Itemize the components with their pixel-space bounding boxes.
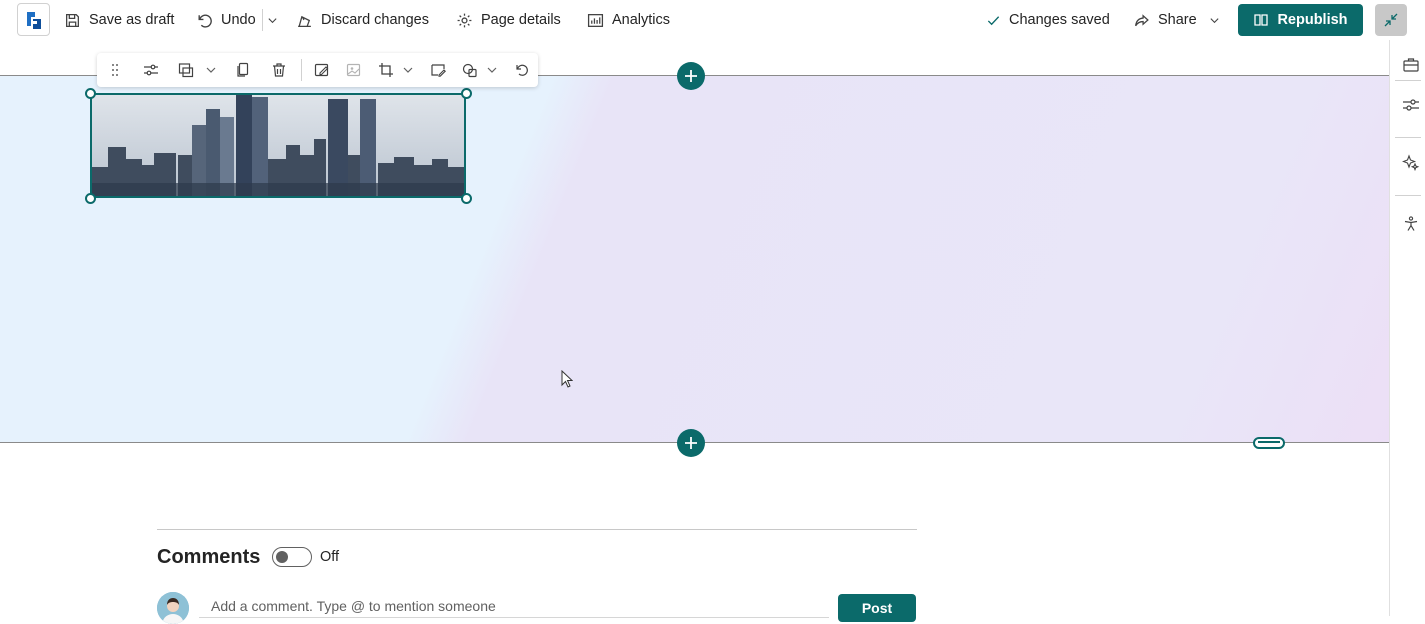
collapse-button[interactable] <box>1375 4 1407 36</box>
copy-graphic <box>237 62 249 77</box>
discard-icon <box>298 15 311 27</box>
undo-button[interactable]: Undo <box>196 9 256 31</box>
avatar-graphic <box>157 592 189 624</box>
sparkle-graphic <box>1401 154 1420 172</box>
sharepoint-logo[interactable] <box>17 3 50 36</box>
resize-handle-bottom-right[interactable] <box>461 193 472 204</box>
rail-separator <box>1395 195 1421 196</box>
image-editing-toolbar <box>97 53 538 87</box>
toolbox-graphic <box>1403 58 1419 72</box>
save-status-label: Changes saved <box>1009 12 1110 28</box>
mouse-cursor-icon <box>561 370 573 388</box>
republish-button[interactable]: Republish <box>1238 4 1363 36</box>
save-status: Changes saved <box>986 9 1110 31</box>
toolbar-separator <box>301 59 302 81</box>
discard-changes-label: Discard changes <box>321 12 429 28</box>
comments-divider <box>157 529 917 530</box>
comment-input[interactable] <box>199 594 829 618</box>
settings-sliders-icon[interactable] <box>142 61 160 79</box>
crop-icon[interactable] <box>377 61 395 79</box>
page-details-button[interactable]: Page details <box>456 9 561 31</box>
trash-graphic <box>273 63 285 77</box>
chevron-down-icon[interactable] <box>402 63 414 75</box>
chevron-down-icon[interactable] <box>205 63 217 75</box>
alt-text-graphic <box>431 64 446 77</box>
resize-handle-top-left[interactable] <box>85 88 96 99</box>
save-as-draft-button[interactable]: Save as draft <box>64 9 174 31</box>
chevron-down-icon <box>1210 17 1219 23</box>
image-style-graphic <box>178 63 194 78</box>
share-button[interactable]: Share <box>1133 9 1220 31</box>
plus-icon <box>685 70 697 82</box>
chevron-graphic <box>487 67 497 73</box>
edit-image-graphic <box>314 63 329 77</box>
edit-image-icon[interactable] <box>313 61 331 79</box>
collapse-arrows-icon <box>1384 13 1398 27</box>
undo-dropdown-button[interactable] <box>267 9 278 31</box>
page-details-label: Page details <box>481 12 561 28</box>
gear-icon <box>457 13 472 27</box>
save-as-draft-label: Save as draft <box>89 12 175 28</box>
avatar <box>157 592 189 624</box>
shapes-icon[interactable] <box>461 61 479 79</box>
reset-icon[interactable] <box>513 61 531 79</box>
reset-graphic <box>516 64 528 76</box>
book-icon <box>1254 14 1269 26</box>
comments-title: Comments <box>157 546 261 568</box>
shapes-graphic <box>462 63 477 78</box>
chevron-down-icon[interactable] <box>486 63 498 75</box>
delete-icon[interactable] <box>270 61 288 79</box>
properties-icon[interactable] <box>1402 96 1420 114</box>
copy-icon[interactable] <box>234 61 252 79</box>
plus-icon <box>685 437 697 449</box>
toolbox-icon[interactable] <box>1402 56 1420 74</box>
resize-handle-bottom-left[interactable] <box>85 193 96 204</box>
analytics-icon <box>587 13 604 27</box>
drag-dots-graphic <box>112 64 118 76</box>
add-section-below-button[interactable] <box>677 429 705 457</box>
crop-graphic <box>379 63 393 77</box>
remove-bg-graphic <box>346 63 361 77</box>
right-side-rail <box>1389 40 1425 616</box>
share-label: Share <box>1158 12 1197 28</box>
undo-separator <box>262 9 263 31</box>
rail-separator <box>1395 137 1421 138</box>
section-resize-handle[interactable] <box>1253 437 1285 449</box>
share-icon <box>1135 13 1149 26</box>
rail-separator <box>1395 80 1421 81</box>
republish-label: Republish <box>1277 12 1348 28</box>
undo-label: Undo <box>221 12 256 28</box>
sliders-graphic <box>144 64 158 76</box>
chevron-down-icon <box>268 17 277 23</box>
design-ideas-icon[interactable] <box>1401 153 1420 172</box>
skyline-graphic <box>92 95 464 196</box>
analytics-button[interactable]: Analytics <box>587 9 670 31</box>
checkmark-icon <box>987 15 1000 25</box>
post-button[interactable]: Post <box>838 594 916 622</box>
remove-background-icon <box>345 61 363 79</box>
accessibility-icon[interactable] <box>1402 215 1420 233</box>
chevron-graphic <box>206 67 216 73</box>
top-command-bar: Save as draft Undo Discard changes Page … <box>0 0 1425 40</box>
image-style-icon[interactable] <box>177 61 195 79</box>
drag-handle-icon[interactable] <box>106 61 124 79</box>
analytics-label: Analytics <box>612 12 671 28</box>
properties-graphic <box>1403 99 1419 111</box>
add-section-above-button[interactable] <box>677 62 705 90</box>
toggle-knob <box>276 551 288 563</box>
logo-icon <box>26 11 41 29</box>
discard-changes-button[interactable]: Discard changes <box>296 9 429 31</box>
comments-toggle[interactable] <box>272 547 312 567</box>
save-icon <box>66 13 79 27</box>
city-skyline-image[interactable] <box>90 93 466 198</box>
chevron-graphic <box>403 67 413 73</box>
comments-toggle-label: Off <box>320 549 340 565</box>
accessibility-graphic <box>1404 216 1418 231</box>
resize-handle-top-right[interactable] <box>461 88 472 99</box>
undo-icon <box>198 14 212 28</box>
alt-text-icon[interactable] <box>429 61 447 79</box>
